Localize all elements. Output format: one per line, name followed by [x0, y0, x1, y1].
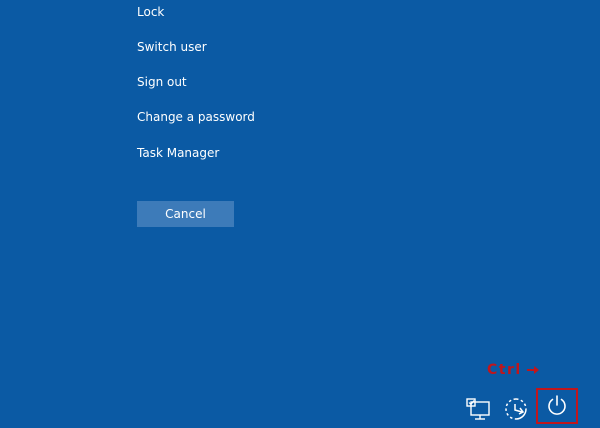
menu-item-switch-user[interactable]: Switch user: [137, 39, 207, 55]
ease-of-access-icon: [505, 398, 527, 420]
menu-item-change-password[interactable]: Change a password: [137, 109, 255, 125]
menu-item-task-manager[interactable]: Task Manager: [137, 145, 219, 161]
network-button[interactable]: [462, 393, 494, 425]
network-icon: [466, 398, 490, 420]
menu-item-lock[interactable]: Lock: [137, 4, 164, 20]
cancel-button[interactable]: Cancel: [137, 201, 234, 227]
ease-of-access-button[interactable]: [500, 393, 532, 425]
ctrl-annotation: Ctrl: [487, 361, 539, 379]
menu-item-sign-out[interactable]: Sign out: [137, 74, 187, 90]
ctrl-label: Ctrl: [487, 362, 522, 378]
arrow-right-icon: [526, 366, 539, 374]
security-options-menu: Lock Switch user Sign out Change a passw…: [137, 0, 437, 170]
power-button[interactable]: [536, 388, 578, 424]
power-icon: [548, 395, 566, 415]
